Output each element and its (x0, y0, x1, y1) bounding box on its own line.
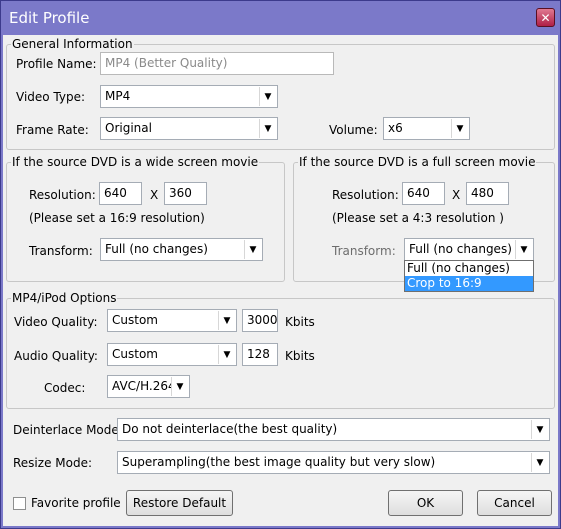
full-transform-label: Transform: (332, 244, 396, 258)
video-bitrate-input[interactable]: 3000 (242, 309, 278, 332)
video-quality-select[interactable]: Custom ▼ (107, 309, 237, 332)
video-type-value: MP4 (105, 89, 131, 103)
video-bitrate-unit: Kbits (285, 315, 315, 329)
chevron-down-icon[interactable]: ▼ (218, 311, 235, 330)
wide-resolution-hint: (Please set a 16:9 resolution) (29, 211, 205, 225)
favorite-profile-label[interactable]: Favorite profile (31, 496, 121, 510)
wide-transform-select[interactable]: Full (no changes) ▼ (100, 238, 263, 261)
codec-value: AVC/H.264 (112, 379, 171, 393)
full-resolution-label: Resolution: (332, 188, 399, 202)
audio-bitrate-unit: Kbits (285, 349, 315, 363)
audio-quality-select[interactable]: Custom ▼ (107, 343, 237, 366)
ok-button[interactable]: OK (388, 490, 463, 516)
chevron-down-icon[interactable]: ▼ (244, 240, 261, 259)
audio-quality-label: Audio Quality: (14, 349, 98, 363)
video-type-label: Video Type: (16, 90, 86, 104)
cancel-button[interactable]: Cancel (477, 490, 552, 516)
mp4-options-legend: MP4/iPod Options (12, 291, 117, 305)
full-transform-value: Full (no changes) (409, 242, 512, 256)
video-quality-label: Video Quality: (14, 315, 98, 329)
volume-value: x6 (388, 121, 403, 135)
deinterlace-value: Do not deinterlace(the best quality) (122, 422, 338, 436)
frame-rate-label: Frame Rate: (16, 123, 89, 137)
wide-height-input[interactable]: 360 (164, 182, 207, 205)
audio-bitrate-input[interactable]: 128 (242, 343, 278, 366)
audio-quality-value: Custom (112, 347, 158, 361)
deinterlace-select[interactable]: Do not deinterlace(the best quality) ▼ (117, 418, 550, 441)
profile-name-input[interactable]: MP4 (Better Quality) (100, 52, 334, 75)
window-title: Edit Profile (9, 9, 90, 27)
wide-screen-legend: If the source DVD is a wide screen movie (12, 155, 259, 169)
full-width-input[interactable]: 640 (402, 182, 445, 205)
wide-resolution-label: Resolution: (29, 188, 96, 202)
resize-mode-select[interactable]: Superampling(the best image quality but … (117, 451, 550, 474)
full-height-input[interactable]: 480 (466, 182, 509, 205)
dropdown-option-crop[interactable]: Crop to 16:9 (405, 276, 533, 291)
chevron-down-icon[interactable]: ▼ (451, 119, 468, 138)
close-button[interactable]: ✕ (536, 8, 555, 27)
full-transform-select[interactable]: Full (no changes) ▼ (404, 238, 534, 261)
full-transform-dropdown: Full (no changes) Crop to 16:9 (404, 260, 534, 292)
wide-transform-label: Transform: (29, 244, 93, 258)
profile-name-label: Profile Name: (16, 57, 97, 71)
deinterlace-label: Deinterlace Mode: (13, 423, 123, 437)
chevron-down-icon[interactable]: ▼ (171, 377, 188, 396)
chevron-down-icon[interactable]: ▼ (531, 453, 548, 472)
full-resolution-hint: (Please set a 4:3 resolution ) (332, 211, 504, 225)
dialog-body: General Information Profile Name: MP4 (B… (3, 35, 558, 526)
video-type-select[interactable]: MP4 ▼ (100, 85, 278, 108)
volume-select[interactable]: x6 ▼ (383, 117, 470, 140)
general-information-legend: General Information (12, 37, 133, 51)
wide-transform-value: Full (no changes) (105, 242, 208, 256)
close-icon: ✕ (540, 10, 551, 25)
chevron-down-icon[interactable]: ▼ (218, 345, 235, 364)
cancel-label: Cancel (494, 496, 535, 510)
full-screen-legend: If the source DVD is a full screen movie (299, 155, 536, 169)
edit-profile-window: Edit Profile ✕ General Information Profi… (0, 0, 561, 529)
full-x-separator: X (452, 188, 461, 202)
wide-x-separator: X (150, 188, 159, 202)
frame-rate-value: Original (105, 121, 152, 135)
codec-label: Codec: (44, 381, 86, 395)
frame-rate-select[interactable]: Original ▼ (100, 117, 278, 140)
wide-width-input[interactable]: 640 (99, 182, 142, 205)
chevron-down-icon[interactable]: ▼ (531, 420, 548, 439)
dropdown-option-full[interactable]: Full (no changes) (405, 261, 533, 276)
chevron-down-icon[interactable]: ▼ (259, 87, 276, 106)
ok-label: OK (416, 496, 435, 510)
chevron-down-icon[interactable]: ▼ (259, 119, 276, 138)
resize-mode-value: Superampling(the best image quality but … (122, 455, 436, 469)
restore-default-label: Restore Default (132, 496, 227, 510)
title-bar[interactable]: Edit Profile ✕ (1, 1, 560, 35)
favorite-profile-checkbox[interactable] (13, 497, 26, 510)
chevron-down-icon[interactable]: ▼ (515, 240, 532, 259)
resize-mode-label: Resize Mode: (13, 456, 93, 470)
volume-label: Volume: (329, 123, 378, 137)
restore-default-button[interactable]: Restore Default (126, 490, 233, 516)
codec-select[interactable]: AVC/H.264 ▼ (107, 375, 190, 398)
video-quality-value: Custom (112, 313, 158, 327)
